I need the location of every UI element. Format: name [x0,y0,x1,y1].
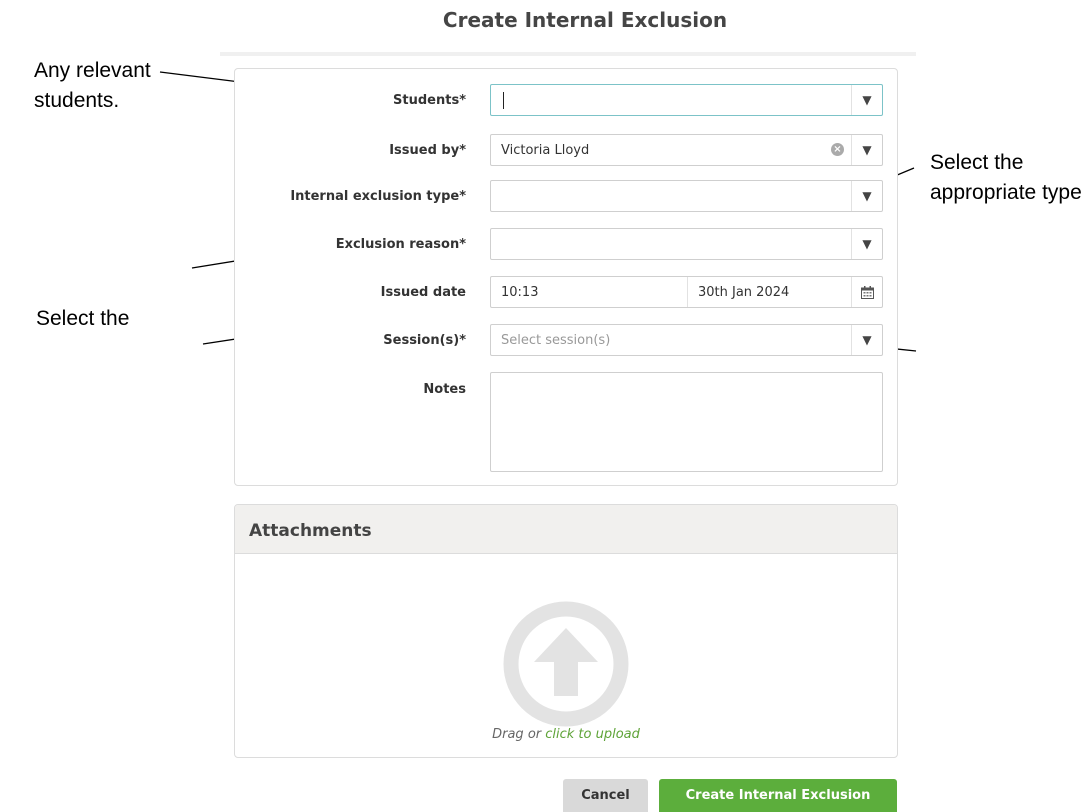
chevron-down-icon[interactable]: ▼ [851,85,882,115]
chevron-down-icon[interactable]: ▼ [851,325,882,355]
upload-instructions: Drag or click to upload [234,727,898,742]
issued-by-value: Victoria Lloyd [501,143,590,158]
calendar-icon[interactable] [851,277,882,307]
issued-date-field[interactable]: 10:13 30th Jan 2024 [490,276,883,308]
exclusion-type-label: Internal exclusion type* [290,189,466,204]
exclusion-reason-select[interactable]: ▼ [490,228,883,260]
attachments-header: Attachments [235,505,897,554]
text-cursor [503,92,504,109]
page-title: Create Internal Exclusion [442,8,728,32]
students-select[interactable]: ▼ [490,84,883,116]
header-divider [220,52,916,56]
sessions-placeholder: Select session(s) [501,333,611,348]
click-to-upload-link[interactable]: click to upload [545,727,640,742]
exclusion-reason-label: Exclusion reason* [335,237,466,252]
date-input[interactable]: 30th Jan 2024 [698,285,789,300]
clear-icon[interactable]: × [831,143,844,156]
students-label: Students* [393,93,466,108]
chevron-down-icon[interactable]: ▼ [851,229,882,259]
upload-arrow-icon[interactable] [502,600,630,732]
create-internal-exclusion-button[interactable]: Create Internal Exclusion [659,779,897,812]
issued-date-label: Issued date [380,285,466,300]
sessions-label: Session(s)* [383,333,466,348]
attachments-panel[interactable]: Attachments [234,504,898,758]
chevron-down-icon[interactable]: ▼ [851,135,882,165]
annotation-students: Any relevant students. [34,59,151,112]
issued-by-select[interactable]: Victoria Lloyd × ▼ [490,134,883,166]
annotation-type: Select the appropriate type [930,151,1082,204]
chevron-down-icon[interactable]: ▼ [851,181,882,211]
time-input[interactable]: 10:13 [491,277,688,307]
sessions-select[interactable]: Select session(s) ▼ [490,324,883,356]
notes-textarea[interactable] [490,372,883,472]
exclusion-type-select[interactable]: ▼ [490,180,883,212]
notes-label: Notes [423,382,466,397]
cancel-button[interactable]: Cancel [563,779,648,812]
issued-by-label: Issued by* [389,143,466,158]
annotation-date: Select the [36,307,130,330]
drag-text: Drag or [492,727,546,742]
